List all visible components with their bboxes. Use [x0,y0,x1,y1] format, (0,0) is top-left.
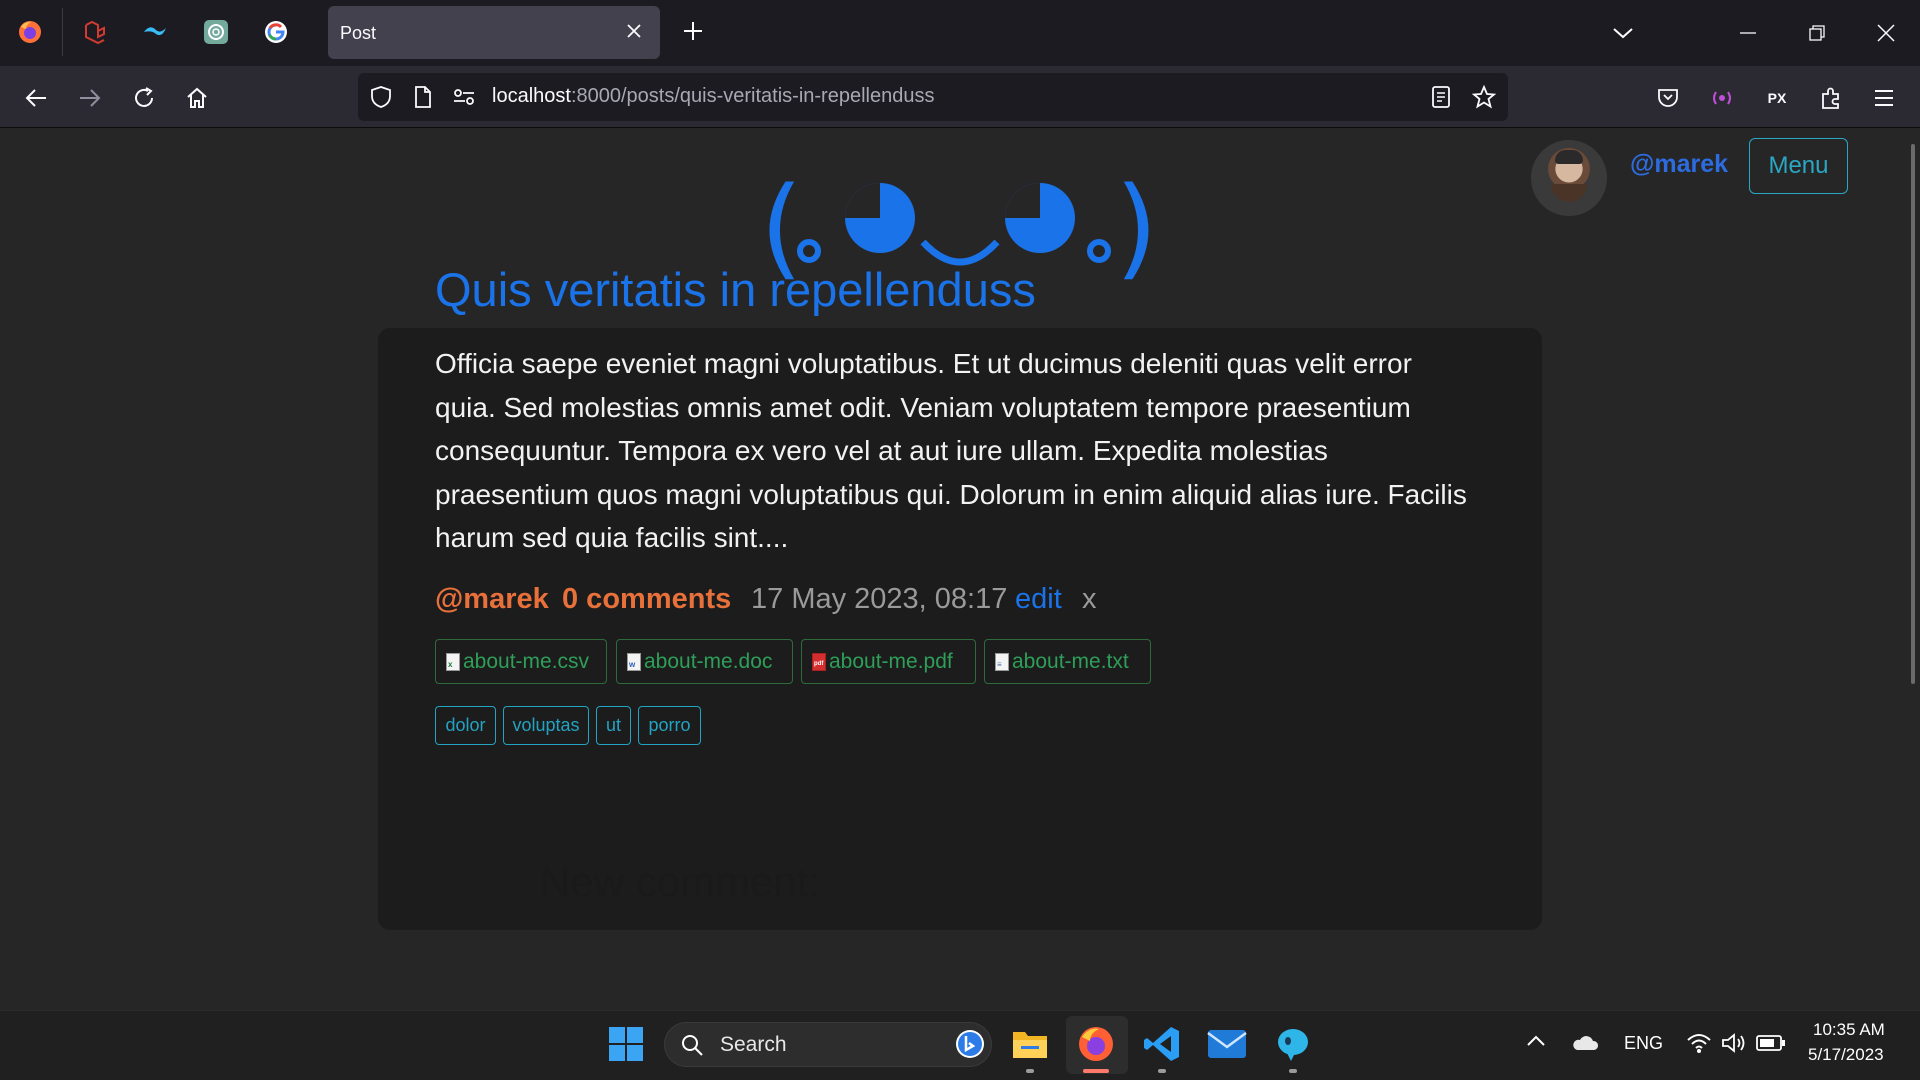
list-all-tabs-icon[interactable] [1610,20,1636,46]
tag-chip[interactable]: dolor [435,706,496,745]
menu-button[interactable]: Menu [1749,138,1848,194]
post-author-link[interactable]: @marek [435,583,549,616]
search-icon [680,1033,704,1057]
firefox-taskbar-icon[interactable] [1074,1022,1118,1066]
bing-chat-icon[interactable] [954,1028,986,1060]
avatar-hair [1555,150,1583,164]
svg-text:): ) [1115,170,1158,290]
header-username-link[interactable]: @marek [1630,150,1728,179]
post-comments-link[interactable]: 0 comments [562,583,731,616]
chatgpt-icon[interactable] [198,14,234,50]
running-indicator [1158,1069,1166,1073]
file-attachment-csv[interactable]: x about-me.csv [435,639,607,684]
wifi-icon[interactable] [1686,1032,1712,1056]
url-path: :8000/posts/quis-veritatis-in-repellendu… [570,85,935,107]
pixel-extension-icon[interactable]: PX [1762,84,1792,112]
tag-chip[interactable]: porro [638,706,701,745]
taskbar-search-placeholder: Search [720,1033,787,1056]
tag-chip[interactable]: ut [596,706,631,745]
volume-icon[interactable] [1721,1032,1747,1056]
clock-time[interactable]: 10:35 AM [1813,1020,1885,1040]
file-explorer-icon[interactable] [1008,1022,1052,1066]
show-hidden-icons-chevron-icon[interactable] [1525,1034,1547,1054]
mail-icon[interactable] [1205,1022,1249,1066]
pocket-icon[interactable] [1654,84,1682,112]
restore-window-icon[interactable] [1804,20,1830,46]
avatar-beard [1551,184,1587,202]
url-text[interactable]: localhost:8000/posts/quis-veritatis-in-r… [492,85,934,108]
active-indicator [1083,1069,1109,1073]
reader-view-icon[interactable] [1428,84,1454,110]
taskbar-search-box[interactable] [664,1022,992,1067]
running-indicator [1289,1069,1297,1073]
file-attachment-name: about-me.csv [463,649,590,673]
input-language-indicator[interactable]: ENG [1624,1033,1663,1054]
post-edit-link[interactable]: edit [1015,583,1062,616]
file-attachment-pdf[interactable]: pdf about-me.pdf [801,639,976,684]
permissions-icon[interactable] [451,84,477,110]
tab-separator [62,8,63,56]
back-icon[interactable] [22,84,50,112]
battery-icon[interactable] [1756,1034,1786,1054]
tag-chip[interactable]: voluptas [503,706,589,745]
extensions-puzzle-icon[interactable] [1817,84,1845,112]
reload-icon[interactable] [130,84,158,112]
new-tab-icon[interactable] [680,18,706,44]
tailwind-icon[interactable] [138,14,174,50]
forward-icon[interactable] [76,84,104,112]
tab-post[interactable]: Post [328,6,660,59]
dbeaver-icon[interactable] [1271,1022,1315,1066]
file-attachment-name: about-me.txt [1012,649,1129,673]
tab-title: Post [340,23,377,43]
page-info-icon[interactable] [410,84,436,110]
file-attachment-name: about-me.pdf [829,649,953,673]
vscode-icon[interactable] [1140,1022,1184,1066]
csv-file-icon: x [446,652,460,671]
new-comment-heading: New comment: [540,858,821,905]
post-date: 17 May 2023, 08:17 [751,583,1008,615]
user-avatar[interactable] [1531,140,1607,216]
doc-file-icon: w [627,652,641,671]
close-tab-icon[interactable] [622,19,646,43]
post-title[interactable]: Quis veritatis in repellenduss [435,262,1036,317]
post-body: Officia saepe eveniet magni voluptatibus… [435,348,1467,553]
tracking-protection-shield-icon[interactable] [368,84,394,110]
app-menu-hamburger-icon[interactable] [1870,84,1898,112]
close-window-icon[interactable] [1873,20,1899,46]
browser-tab-bar: Post [0,0,1920,66]
google-icon[interactable] [258,14,294,50]
pdf-file-icon: pdf [812,652,826,671]
file-attachment-doc[interactable]: w about-me.doc [616,639,793,684]
bookmark-star-icon[interactable] [1471,84,1497,110]
home-icon[interactable] [183,84,211,112]
page-scrollbar[interactable] [1911,144,1915,684]
minimize-window-icon[interactable] [1735,20,1761,46]
page-viewport: ( ) @marek Menu [0,128,1920,1010]
file-attachment-txt[interactable]: ≡ about-me.txt [984,639,1151,684]
post-delete-button[interactable]: x [1082,583,1097,616]
running-indicator [1026,1069,1034,1073]
onedrive-cloud-icon[interactable] [1571,1034,1599,1056]
url-host: localhost [492,85,571,107]
txt-file-icon: ≡ [995,652,1009,671]
laravel-icon[interactable] [78,14,114,50]
livereload-extension-icon[interactable] [1708,84,1736,112]
windows-start-icon[interactable] [604,1022,648,1066]
clock-date[interactable]: 5/17/2023 [1808,1045,1884,1065]
file-attachment-name: about-me.doc [644,649,773,673]
firefox-view-icon[interactable] [12,14,48,50]
